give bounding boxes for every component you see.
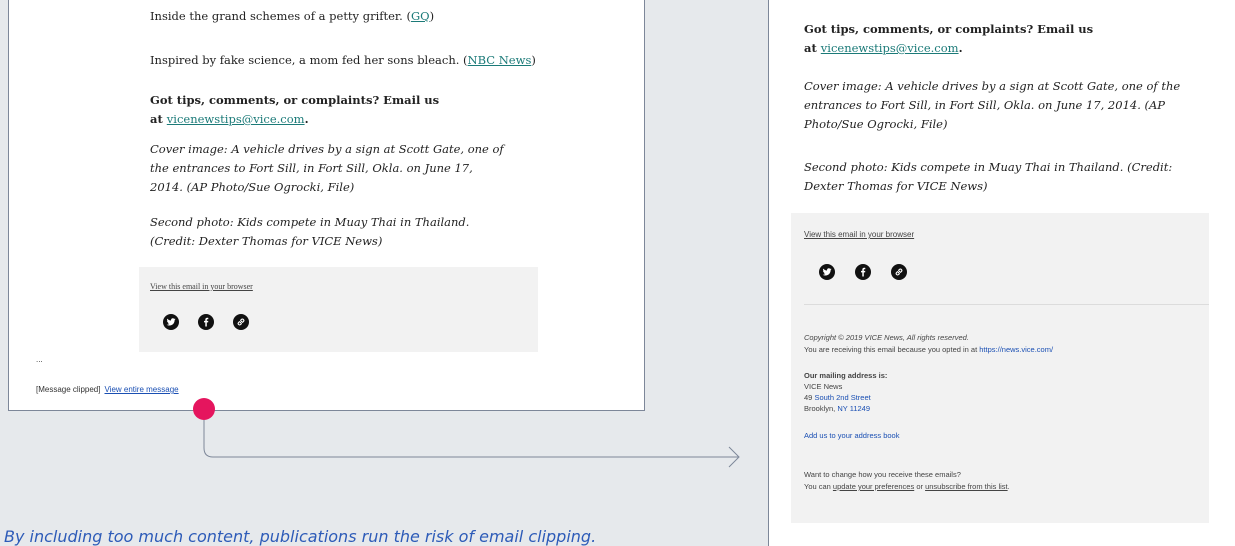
facebook-icon[interactable] xyxy=(198,314,214,330)
address-city-line: Brooklyn, NY 11249 xyxy=(804,404,871,413)
mailing-address-heading: Our mailing address is: xyxy=(804,371,888,380)
cover-caption-full: Cover image: A vehicle drives by a sign … xyxy=(804,79,1181,131)
address-state-link[interactable]: NY 11249 xyxy=(837,404,870,413)
nbc-news-link[interactable]: NBC News xyxy=(468,53,532,67)
address-street-line: 49 South 2nd Street xyxy=(804,393,871,402)
tips-email-link[interactable]: vicenewstips@vice.com xyxy=(167,112,305,126)
copyright-text: Copyright © 2019 VICE News, All rights r… xyxy=(804,333,969,342)
email-footer: View this email in your browser xyxy=(139,267,538,352)
address-name: VICE News xyxy=(804,382,843,391)
add-address-book-link[interactable]: Add us to your address book xyxy=(804,431,899,440)
tips-heading: Got tips, comments, or complaints? Email… xyxy=(150,93,440,126)
clip-marker-dot xyxy=(193,398,215,420)
view-in-browser-link-full[interactable]: View this email in your browser xyxy=(804,230,914,239)
nbc-line: Inspired by fake science, a mom fed her … xyxy=(150,53,536,67)
tips-email-link-full[interactable]: vicenewstips@vice.com xyxy=(821,41,959,55)
view-entire-message-link[interactable]: View entire message xyxy=(104,385,178,394)
tips-heading-full: Got tips, comments, or complaints? Email… xyxy=(804,22,1094,55)
figure-caption: By including too much content, publicati… xyxy=(4,527,597,546)
preferences-line: You can update your preferences or unsub… xyxy=(804,482,1010,491)
facebook-icon[interactable] xyxy=(855,264,871,280)
address-street-link[interactable]: South 2nd Street xyxy=(814,393,870,402)
change-question: Want to change how you receive these ema… xyxy=(804,470,961,479)
clipped-email-preview: Inside the grand schemes of a petty grif… xyxy=(8,0,645,411)
add-address-book-line: Add us to your address book xyxy=(804,430,899,441)
twitter-icon[interactable] xyxy=(163,314,179,330)
message-clipped-line: [Message clipped] View entire message xyxy=(36,385,179,394)
second-photo-caption: Second photo: Kids compete in Muay Thai … xyxy=(150,215,470,248)
link-icon[interactable] xyxy=(891,264,907,280)
footer-divider xyxy=(804,304,1209,305)
receiving-notice: You are receiving this email because you… xyxy=(804,345,1054,354)
gq-line: Inside the grand schemes of a petty grif… xyxy=(150,9,435,23)
unsubscribe-link[interactable]: unsubscribe from this list xyxy=(925,482,1008,491)
full-email-preview: Got tips, comments, or complaints? Email… xyxy=(768,0,1235,546)
ellipsis: ... xyxy=(36,355,43,364)
vice-news-site-link[interactable]: https://news.vice.com/ xyxy=(979,345,1053,354)
email-footer-full: View this email in your browser Copyrigh… xyxy=(791,213,1209,523)
twitter-icon[interactable] xyxy=(819,264,835,280)
cover-caption: Cover image: A vehicle drives by a sign … xyxy=(150,142,504,194)
update-preferences-link[interactable]: update your preferences xyxy=(833,482,914,491)
link-icon[interactable] xyxy=(233,314,249,330)
second-photo-caption-full: Second photo: Kids compete in Muay Thai … xyxy=(804,160,1173,193)
view-in-browser-link[interactable]: View this email in your browser xyxy=(150,282,253,291)
gq-link[interactable]: GQ xyxy=(411,9,430,23)
